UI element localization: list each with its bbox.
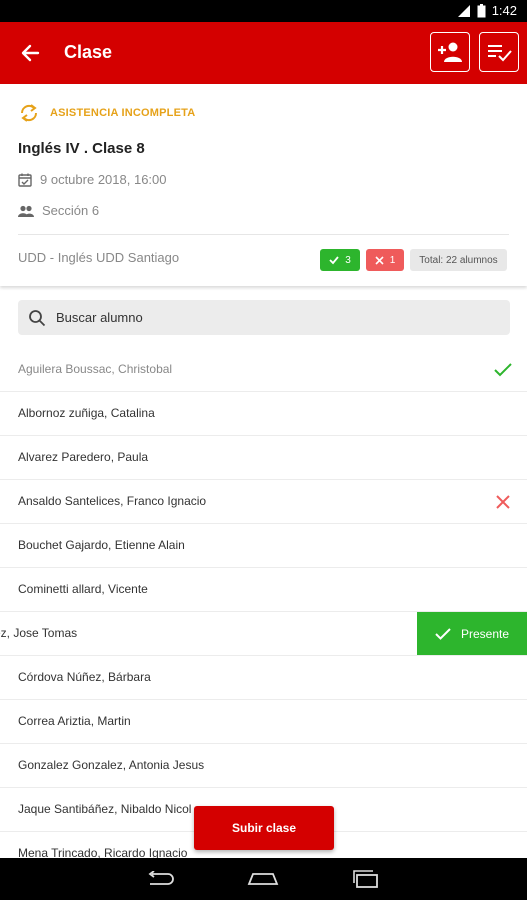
page-title: Clase — [64, 42, 113, 62]
course-name: UDD - Inglés UDD Santiago — [18, 250, 180, 265]
nav-recents-icon — [353, 870, 378, 888]
signal-icon — [457, 4, 471, 18]
student-name: Bouchet Gajardo, Etienne Alain — [18, 538, 185, 552]
system-nav-bar — [0, 858, 527, 900]
upload-class-button[interactable]: Subir clase — [194, 806, 334, 850]
clock-time: 1:42 — [491, 3, 517, 18]
nav-back-button[interactable] — [141, 864, 181, 894]
student-row[interactable]: Córdova Núñez, Bárbara — [0, 656, 527, 700]
mark-present-label: Presente — [460, 627, 510, 641]
search-input[interactable]: Buscar alumno — [18, 300, 510, 335]
playlist-check-icon — [488, 45, 512, 62]
nav-back-icon — [148, 871, 174, 885]
student-list: Aguilera Boussac, Christobal Albornoz zu… — [0, 348, 527, 876]
student-row[interactable]: Correa Ariztia, Martin — [0, 700, 527, 744]
student-name: Córdova Núñez, Bárbara — [18, 670, 151, 684]
student-row[interactable]: Bouchet Gajardo, Etienne Alain — [0, 524, 527, 568]
divider — [18, 234, 509, 235]
total-students-badge: Total: 22 alumnos — [410, 249, 507, 271]
student-name: Ansaldo Santelices, Franco Ignacio — [18, 494, 207, 508]
attendance-summary: 3 1 Total: 22 alumnos — [320, 249, 507, 271]
absent-count: 1 — [389, 254, 396, 266]
section-label: Sección 6 — [42, 203, 100, 218]
calendar-icon — [18, 173, 32, 187]
student-name: Aguilera Boussac, Christobal — [18, 362, 173, 376]
arrow-back-icon — [21, 44, 40, 62]
mark-all-button[interactable] — [479, 32, 519, 72]
app-bar: Clase — [0, 22, 527, 84]
student-row-swiped[interactable]: ez, Jose Tomas Presente — [0, 612, 527, 656]
student-row[interactable]: Gonzalez Gonzalez, Antonia Jesus — [0, 744, 527, 788]
student-name: Albornoz zuñiga, Catalina — [18, 406, 155, 420]
battery-icon — [477, 3, 486, 18]
student-row[interactable]: Alvarez Paredero, Paula — [0, 436, 527, 480]
student-name: Cominetti allard, Vicente — [18, 582, 148, 596]
student-row[interactable]: Albornoz zuñiga, Catalina — [0, 392, 527, 436]
student-name: ez, Jose Tomas — [0, 626, 78, 640]
search-icon — [29, 309, 46, 326]
student-row[interactable]: Ansaldo Santelices, Franco Ignacio — [0, 480, 527, 524]
class-datetime: 9 octubre 2018, 16:00 — [18, 172, 167, 187]
check-icon — [435, 628, 451, 640]
absent-x-icon — [493, 492, 513, 512]
back-button[interactable] — [14, 37, 46, 69]
add-student-button[interactable] — [430, 32, 470, 72]
datetime-label: 9 octubre 2018, 16:00 — [40, 172, 167, 187]
present-count: 3 — [345, 254, 351, 266]
nav-recents-button[interactable] — [346, 864, 386, 894]
student-name: Correa Ariztia, Martin — [18, 714, 131, 728]
student-name: Gonzalez Gonzalez, Antonia Jesus — [18, 758, 205, 772]
people-icon — [18, 205, 34, 217]
status-bar: 1:42 — [0, 0, 527, 22]
attendance-status: ASISTENCIA INCOMPLETA — [18, 102, 195, 124]
sync-icon — [20, 104, 38, 122]
student-row[interactable]: Aguilera Boussac, Christobal — [0, 348, 527, 392]
class-title: Inglés IV . Clase 8 — [18, 140, 145, 157]
present-check-icon — [493, 360, 513, 380]
nav-home-button[interactable] — [243, 864, 283, 894]
mark-present-action[interactable]: Presente — [417, 612, 527, 655]
student-name: Alvarez Paredero, Paula — [18, 450, 149, 464]
class-info-card: ASISTENCIA INCOMPLETA Inglés IV . Clase … — [0, 84, 527, 286]
absent-count-badge: 1 — [366, 249, 404, 271]
student-name: Jaque Santibáñez, Nibaldo Nicol — [18, 802, 192, 816]
student-row[interactable]: Cominetti allard, Vicente — [0, 568, 527, 612]
close-icon — [375, 255, 384, 265]
search-placeholder: Buscar alumno — [56, 310, 143, 325]
present-count-badge: 3 — [320, 249, 360, 271]
person-add-icon — [438, 42, 462, 62]
nav-home-icon — [248, 873, 279, 885]
status-label: ASISTENCIA INCOMPLETA — [50, 107, 196, 119]
check-icon — [329, 256, 339, 265]
class-section: Sección 6 — [18, 203, 99, 218]
